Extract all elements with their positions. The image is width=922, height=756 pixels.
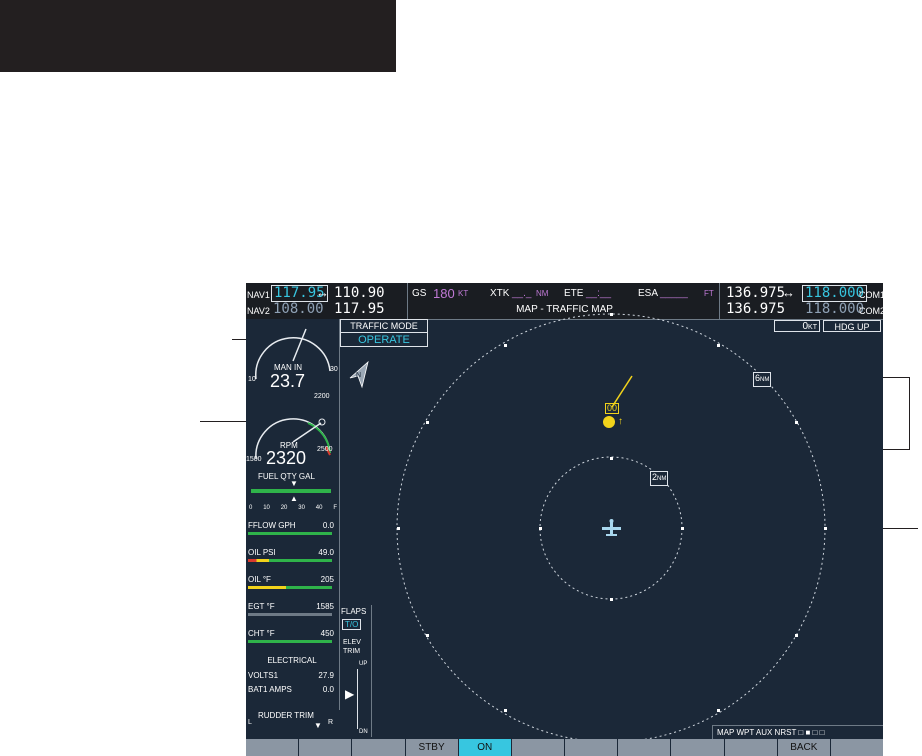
rudder-trim-pointer-icon: ▼ bbox=[314, 721, 322, 730]
man-in-min: 10 bbox=[248, 376, 256, 383]
softkey-back[interactable]: BACK bbox=[778, 739, 831, 756]
cht-label: CHT °F bbox=[248, 629, 275, 638]
traffic-trend-icon: ↑ bbox=[618, 416, 623, 427]
fuel-pointer-icon: ▼ bbox=[290, 479, 298, 488]
fuel-qty-label: FUEL QTY GAL bbox=[258, 472, 315, 481]
egt-label: EGT °F bbox=[248, 602, 275, 611]
page-group-indicator: MAP WPT AUX NRST □ ■ □ □ bbox=[712, 725, 883, 739]
rudder-trim: RUDDER TRIM L R ▼ bbox=[248, 711, 336, 735]
mfd-screen: NAV1 117.95 ↔ 110.90 NAV2 108.00 117.95 … bbox=[246, 283, 883, 756]
egt-value: 1585 bbox=[316, 602, 334, 611]
flaps-label: FLAPS bbox=[341, 607, 367, 616]
softkey-10[interactable] bbox=[725, 739, 778, 756]
page-group-wpt: WPT bbox=[736, 728, 755, 737]
page-group-map: MAP bbox=[717, 728, 735, 737]
fuel-pointer-up-icon: ▲ bbox=[290, 494, 298, 503]
softkey-7[interactable] bbox=[565, 739, 619, 756]
flaps-trim-panel: FLAPS T/O ELEV TRIM UP ▶ DN bbox=[339, 605, 372, 737]
cht-row: CHT °F 450 bbox=[248, 629, 336, 643]
rudder-trim-label: RUDDER TRIM bbox=[258, 711, 314, 720]
softkey-3[interactable] bbox=[352, 739, 406, 756]
volts-value: 27.9 bbox=[318, 671, 334, 680]
amps-value: 0.0 bbox=[322, 685, 334, 694]
softkey-9[interactable] bbox=[671, 739, 725, 756]
inner-ring-unit: NM bbox=[657, 476, 667, 482]
oil-temp-bar bbox=[248, 586, 332, 589]
oil-temp-label: OIL °F bbox=[248, 575, 271, 584]
fflow-value: 0.0 bbox=[322, 521, 334, 530]
traffic-mode-box: TRAFFIC MODE OPERATE bbox=[340, 319, 428, 347]
volts-row: VOLTS1 27.9 bbox=[248, 671, 336, 680]
volts-label: VOLTS1 bbox=[248, 671, 279, 680]
wind-unit: KT bbox=[808, 324, 817, 331]
softkey-stby[interactable]: STBY bbox=[406, 739, 459, 756]
fuel-tick: 30 bbox=[298, 505, 305, 511]
wind-box: 0KT bbox=[774, 320, 820, 332]
elev-trim-up: UP bbox=[359, 661, 368, 667]
rpm-value: 2320 bbox=[266, 448, 307, 468]
fuel-tick: 20 bbox=[280, 505, 288, 511]
oil-psi-bar bbox=[248, 559, 332, 562]
rpm-max: 2500 bbox=[317, 446, 333, 453]
fuel-tick: F bbox=[333, 505, 337, 511]
electrical-label: ELECTRICAL bbox=[267, 656, 317, 665]
rpm-mid: 2200 bbox=[314, 393, 330, 400]
page-group-nrst: NRST bbox=[774, 728, 797, 737]
traffic-altitude-label: 00 bbox=[605, 403, 620, 414]
softkey-bar: STBY ON BACK bbox=[246, 739, 883, 756]
oil-temp-row: OIL °F 205 bbox=[248, 575, 336, 589]
softkey-12[interactable] bbox=[831, 739, 883, 756]
cht-value: 450 bbox=[320, 629, 334, 638]
oil-psi-label: OIL PSI bbox=[248, 548, 276, 557]
engine-indication-strip: 10 30 MAN IN 23.7 2200 RPM 1500 2320 250… bbox=[246, 319, 340, 730]
outer-ring-range-label: 6NM bbox=[753, 372, 772, 387]
fuel-tick: 40 bbox=[315, 505, 323, 511]
oil-psi-row: OIL PSI 49.0 bbox=[248, 548, 336, 562]
flaps-value: T/O bbox=[342, 619, 362, 630]
elev-trim-label: ELEV TRIM bbox=[343, 639, 361, 655]
softkey-8[interactable] bbox=[618, 739, 672, 756]
traffic-mode-value: OPERATE bbox=[358, 334, 410, 346]
amps-label: BAT1 AMPS bbox=[248, 685, 292, 694]
fflow-bar bbox=[248, 532, 332, 535]
egt-row: EGT °F 1585 bbox=[248, 602, 336, 616]
elev-trim-pointer-icon: ▶ bbox=[345, 687, 355, 701]
elev-trim-scale bbox=[357, 669, 358, 729]
man-in-max: 30 bbox=[330, 366, 338, 373]
north-arrow-icon: N bbox=[349, 360, 369, 389]
traffic-mode-label: TRAFFIC MODE bbox=[341, 320, 427, 333]
cht-bar bbox=[248, 640, 332, 643]
oil-psi-value: 49.0 bbox=[318, 548, 334, 557]
softkey-1[interactable] bbox=[246, 739, 300, 756]
page-indicator-icon: □ ■ □ □ bbox=[798, 728, 825, 737]
svg-text:N: N bbox=[356, 372, 361, 379]
inner-ring-range-label: 2NM bbox=[650, 471, 669, 486]
rudder-trim-right: R bbox=[328, 719, 334, 726]
rpm-min: 1500 bbox=[246, 456, 262, 463]
softkey-2[interactable] bbox=[299, 739, 353, 756]
man-in-value: 23.7 bbox=[270, 371, 306, 391]
callout-bracket bbox=[909, 377, 910, 450]
elev-trim-dn: DN bbox=[359, 729, 368, 735]
fflow-row: FFLOW GPH 0.0 bbox=[248, 521, 336, 535]
amps-row: BAT1 AMPS 0.0 bbox=[248, 685, 336, 694]
oil-temp-value: 205 bbox=[320, 575, 334, 584]
ownship-icon bbox=[602, 519, 621, 536]
chapter-header-bar bbox=[0, 0, 396, 72]
fuel-bar bbox=[251, 489, 331, 493]
map-orientation[interactable]: HDG UP bbox=[823, 320, 881, 332]
fuel-tick: 10 bbox=[263, 505, 270, 511]
rudder-trim-left: L bbox=[248, 719, 252, 726]
softkey-on[interactable]: ON bbox=[458, 739, 512, 756]
softkey-6[interactable] bbox=[512, 739, 566, 756]
outer-ring-unit: NM bbox=[760, 377, 770, 383]
fflow-label: FFLOW GPH bbox=[248, 521, 296, 530]
fuel-tick: 0 bbox=[249, 505, 253, 511]
egt-bar bbox=[248, 613, 332, 616]
traffic-symbol[interactable] bbox=[603, 416, 615, 428]
fuel-scale: 0 10 20 30 40 F bbox=[249, 505, 337, 511]
page-group-aux: AUX bbox=[755, 728, 773, 737]
